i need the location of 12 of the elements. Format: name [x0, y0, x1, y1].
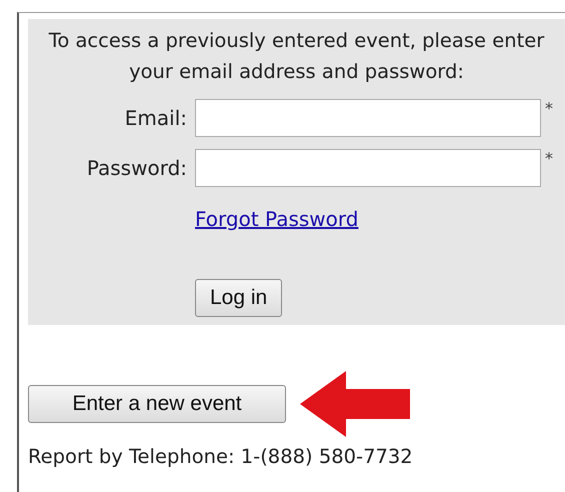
arrow-icon	[300, 371, 410, 437]
required-mark: *	[545, 149, 553, 168]
field-label: Email:	[124, 106, 187, 130]
required-mark: *	[545, 99, 553, 118]
input-field[interactable]	[195, 99, 541, 137]
forgot-password-link[interactable]: Forgot Password	[195, 207, 358, 231]
new-event-button[interactable]: Enter a new event	[28, 385, 286, 423]
field-label: Password:	[86, 156, 187, 180]
intro-text: To access a previously entered event, please enter your email address and password:	[48, 28, 546, 85]
telephone-text: Report by Telephone: 1-(888) 580-7732	[28, 445, 414, 468]
input-field[interactable]	[195, 149, 541, 187]
login-button[interactable]: Log in	[195, 279, 282, 317]
